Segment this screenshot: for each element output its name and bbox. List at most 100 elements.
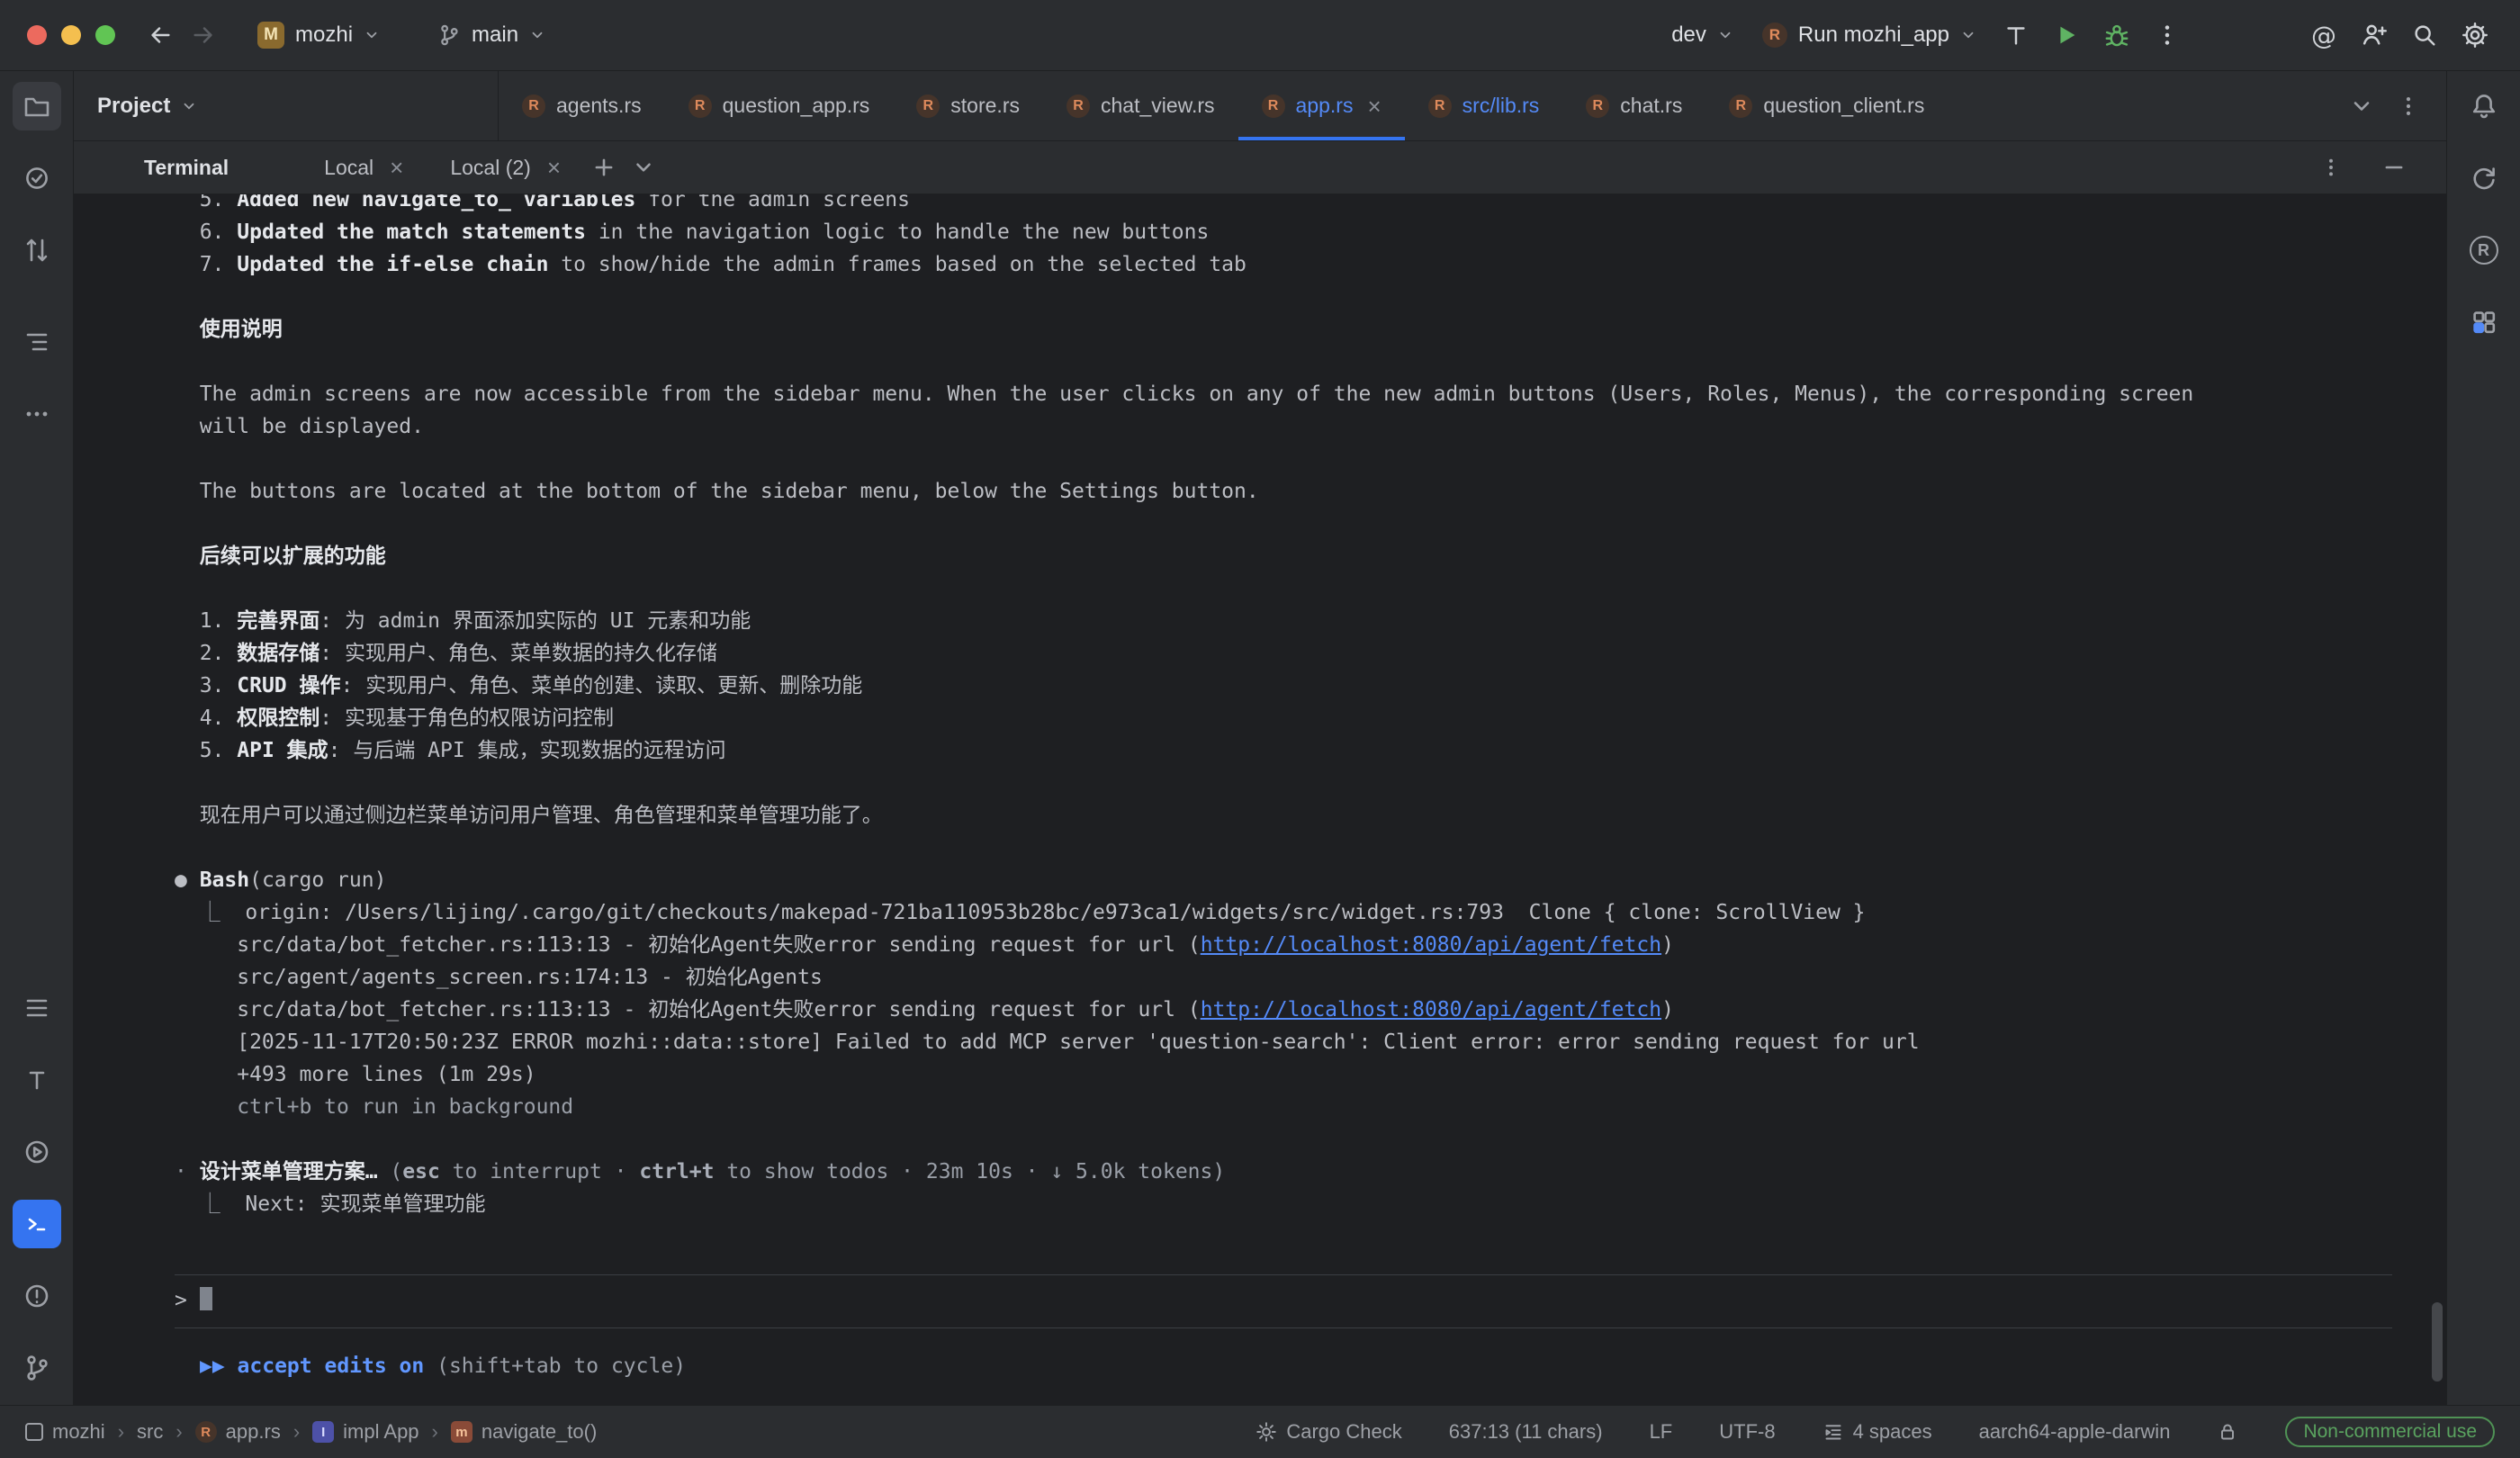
structure-tool-button[interactable] (13, 318, 61, 366)
terminal-text: (cargo run) (249, 868, 386, 892)
search-everywhere-button[interactable] (2403, 14, 2446, 57)
terminal-line: 3. CRUD 操作: 实现用户、角色、菜单的创建、读取、更新、删除功能 (175, 670, 2392, 702)
terminal-text: 数据存储 (237, 642, 320, 665)
titlebar-actions: dev R Run mozhi_app (1660, 14, 2520, 57)
status-indent[interactable]: 4 spaces (1822, 1420, 1932, 1444)
new-terminal-button[interactable] (584, 148, 624, 187)
status-target[interactable]: aarch64-apple-darwin (1979, 1420, 2171, 1444)
editor-tab-src-lib-rs[interactable]: Rsrc/lib.rs (1405, 71, 1563, 140)
tab-options-button[interactable] (2389, 86, 2428, 126)
terminal-line: 6. Updated the match statements in the n… (175, 216, 2392, 248)
forward-button[interactable] (182, 14, 225, 57)
terminal-tool-button[interactable] (13, 1200, 61, 1248)
terminal-blank-line (175, 1220, 2392, 1253)
pull-requests-icon (22, 236, 51, 265)
zoom-window-button[interactable] (95, 25, 115, 45)
cargo-tool-button[interactable]: R (2460, 226, 2508, 274)
rust-file-icon: R (688, 94, 712, 118)
editor-tab-chat-view-rs[interactable]: Rchat_view.rs (1043, 71, 1238, 140)
breadcrumb-item[interactable]: src (137, 1420, 163, 1444)
terminal-tab-label: Local (324, 156, 374, 180)
impl-icon: I (312, 1421, 334, 1443)
hide-terminal-button[interactable] (2374, 148, 2414, 187)
settings-button[interactable] (2453, 14, 2497, 57)
hierarchy-tool-button[interactable] (13, 984, 61, 1032)
terminal-panel-header: Terminal Local×Local (2)× (74, 141, 2446, 194)
terminal-input-box[interactable]: > (175, 1274, 2392, 1328)
close-tab-icon[interactable]: × (390, 156, 403, 179)
terminal-tab-local[interactable]: Local × (301, 141, 427, 194)
breadcrumb-item[interactable]: Rapp.rs (195, 1420, 281, 1444)
terminal-text: 2. (175, 642, 237, 665)
status-encoding[interactable]: UTF-8 (1719, 1420, 1775, 1444)
run-config-selector[interactable]: R Run mozhi_app (1751, 15, 1987, 55)
sync-tool-button[interactable] (2460, 154, 2508, 202)
debug-button[interactable] (2095, 14, 2138, 57)
editor-tab-question-client-rs[interactable]: Rquestion_client.rs (1706, 71, 1948, 140)
editor-tab-app-rs[interactable]: Rapp.rs× (1238, 71, 1405, 140)
notifications-button[interactable] (2460, 82, 2508, 130)
code-with-me-button[interactable] (2353, 14, 2396, 57)
status-cargo-check[interactable]: Cargo Check (1256, 1420, 1401, 1444)
status-caret-position[interactable]: 637:13 (11 chars) (1449, 1420, 1603, 1444)
problems-tool-button[interactable] (13, 1272, 61, 1320)
terminal-line: 4. 权限控制: 实现基于角色的权限访问控制 (175, 702, 2392, 734)
more-tool-windows-button[interactable] (13, 390, 61, 438)
terminal-link[interactable]: http://localhost:8080/api/agent/fetch (1201, 998, 1661, 1022)
editor-tab-agents-rs[interactable]: Ragents.rs (499, 71, 665, 140)
ellipsis-icon (22, 400, 51, 428)
hierarchy-lines-icon (22, 994, 51, 1022)
tab-list-button[interactable] (2342, 86, 2381, 126)
plugins-tool-button[interactable] (2460, 298, 2508, 346)
close-tab-icon[interactable]: × (1367, 94, 1381, 118)
status-file-lock[interactable] (2217, 1421, 2238, 1443)
terminal-text: : 与后端 API 集成，实现数据的远程访问 (328, 739, 726, 762)
terminal-scrollbar[interactable] (2432, 1302, 2443, 1382)
build-button[interactable] (1994, 14, 2038, 57)
todo-icon (22, 1066, 51, 1094)
add-user-icon (2361, 22, 2388, 49)
close-tab-icon[interactable]: × (547, 156, 561, 179)
editor-tab-store-rs[interactable]: Rstore.rs (893, 71, 1043, 140)
breadcrumb-item[interactable]: mnavigate_to() (451, 1420, 597, 1444)
status-line-separator[interactable]: LF (1650, 1420, 1673, 1444)
terminal-link[interactable]: http://localhost:8080/api/agent/fetch (1201, 933, 1661, 957)
run-button[interactable] (2045, 14, 2088, 57)
close-window-button[interactable] (27, 25, 47, 45)
editor-tab-bar: Project Ragents.rsRquestion_app.rsRstore… (74, 71, 2446, 141)
terminal-text: 4. (175, 706, 237, 730)
minimize-window-button[interactable] (61, 25, 81, 45)
breadcrumb-item[interactable]: mozhi (25, 1420, 105, 1444)
ai-assistant-button[interactable]: @ (2302, 14, 2345, 57)
terminal-text: 设计菜单管理方案… (200, 1160, 378, 1184)
more-actions-button[interactable] (2146, 14, 2189, 57)
breadcrumb-label: navigate_to() (482, 1420, 597, 1444)
project-panel-header[interactable]: Project (74, 71, 499, 140)
breadcrumb-item[interactable]: Iimpl App (312, 1420, 418, 1444)
version-control-tool-button[interactable] (13, 1344, 61, 1392)
run-tool-button[interactable] (13, 1128, 61, 1176)
project-tool-button[interactable] (13, 82, 61, 130)
editor-tab-chat-rs[interactable]: Rchat.rs (1562, 71, 1706, 140)
editor-tab-question-app-rs[interactable]: Rquestion_app.rs (665, 71, 894, 140)
pull-requests-tool-button[interactable] (13, 226, 61, 274)
back-button[interactable] (139, 14, 182, 57)
indent-icon (1822, 1421, 1844, 1443)
terminal-tab-local-2-[interactable]: Local (2)× (427, 141, 584, 194)
folder-icon (22, 92, 51, 121)
terminal-dropdown-button[interactable] (624, 148, 663, 187)
project-widget[interactable]: M mozhi (247, 14, 391, 56)
status-license[interactable]: Non-commercial use (2285, 1417, 2495, 1447)
terminal-options-button[interactable] (2311, 148, 2351, 187)
structure-icon (22, 328, 51, 356)
run-tool-icon (22, 1138, 51, 1166)
terminal-line (175, 346, 2392, 378)
center-column: Project Ragents.rsRquestion_app.rsRstore… (74, 71, 2446, 1405)
todo-tool-button[interactable] (13, 1056, 61, 1104)
terminal-output[interactable]: 5. Added new navigate_to_ variables for … (74, 194, 2446, 1405)
branch-widget[interactable]: main (427, 15, 556, 55)
text-cursor (200, 1287, 212, 1310)
terminal-text: ctrl+b to run in background (175, 1095, 573, 1119)
commit-tool-button[interactable] (13, 154, 61, 202)
env-selector[interactable]: dev (1660, 15, 1744, 55)
